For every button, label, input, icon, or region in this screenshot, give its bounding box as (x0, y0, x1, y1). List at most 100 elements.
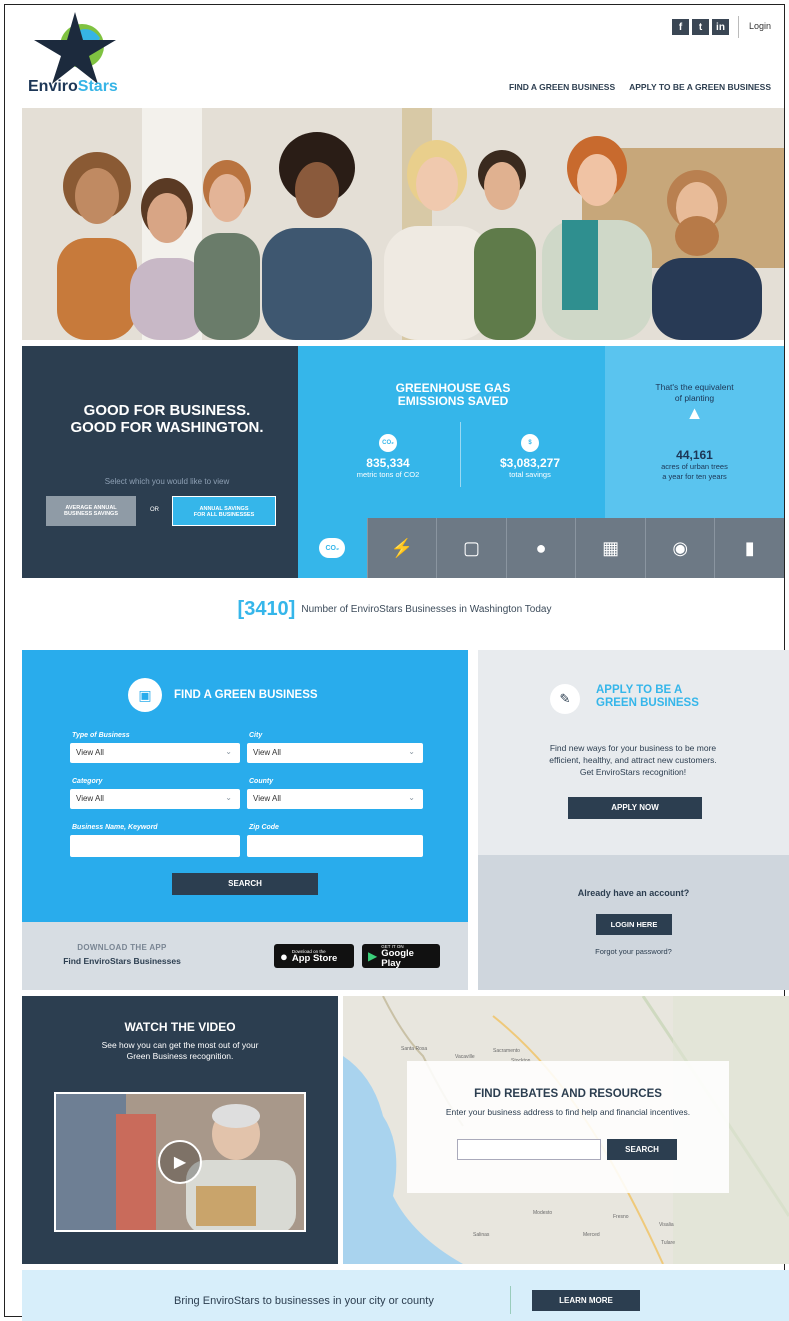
apply-panel: ✎ APPLY TO BE A GREEN BUSINESS Find new w… (478, 650, 789, 855)
app-store-badge[interactable]: ● Download on the App Store (274, 944, 354, 968)
stats-band: GOOD FOR BUSINESS. GOOD FOR WASHINGTON. S… (22, 346, 785, 578)
nav-apply-green-business[interactable]: APPLY TO BE A GREEN BUSINESS (629, 82, 771, 92)
savings-sub: total savings (509, 470, 551, 479)
video-panel: WATCH THE VIDEO See how you can get the … (22, 996, 338, 1264)
twitter-icon[interactable]: t (692, 19, 709, 35)
video-sub: See how you can get the most out of your… (101, 1040, 259, 1061)
annual-savings-all-button[interactable]: ANNUAL SAVINGS FOR ALL BUSINESSES (172, 496, 276, 526)
chevron-down-icon: ⌄ (225, 793, 232, 802)
login-link[interactable]: Login (749, 21, 771, 31)
apple-icon: ● (280, 948, 288, 964)
tab-water[interactable]: ● (505, 518, 576, 578)
tab-savings[interactable]: ◉ (644, 518, 715, 578)
plug-icon: ⚡ (390, 537, 414, 558)
hero-image (22, 108, 784, 340)
video-thumbnail[interactable]: ▶ (54, 1092, 306, 1232)
type-of-business-label: Type of Business (72, 732, 130, 739)
ghg-title: GREENHOUSE GAS EMISSIONS SAVED (395, 381, 511, 408)
piggy-bank-icon: ◉ (672, 537, 689, 558)
co2-cloud-icon: CO₂ (379, 434, 397, 452)
ghg-divider (460, 422, 461, 487)
select-view-label: Select which you would like to view (104, 477, 230, 486)
trees-panel (605, 346, 784, 518)
trees-sub: acres of urban trees a year for ten years (661, 462, 728, 481)
map-label: Visalia (659, 1222, 674, 1228)
trees-value: 44,161 (676, 448, 713, 462)
zip-input[interactable] (247, 835, 423, 857)
average-annual-savings-button[interactable]: AVERAGE ANNUAL BUSINESS SAVINGS (46, 496, 136, 526)
bring-text: Bring EnviroStars to businesses in your … (174, 1295, 434, 1307)
zip-label: Zip Code (249, 824, 279, 831)
video-title: WATCH THE VIDEO (124, 1020, 236, 1034)
rebates-map: Sacramento Santa Rosa Vacaville Stockton… (343, 996, 789, 1264)
savings-value: $3,083,277 (499, 456, 561, 470)
find-title: FIND A GREEN BUSINESS (174, 689, 318, 701)
tab-co2[interactable]: CO₂ (298, 518, 367, 578)
play-icon: ▶ (368, 949, 378, 963)
tab-waste[interactable]: ▢ (436, 518, 506, 578)
account-panel: Already have an account? LOGIN HERE Forg… (478, 855, 789, 990)
map-label: Tulare (661, 1240, 675, 1246)
co2-icon: CO₂ (319, 538, 346, 558)
facebook-icon[interactable]: f (672, 19, 689, 35)
apply-title: APPLY TO BE A GREEN BUSINESS (596, 684, 699, 709)
county-select[interactable]: View All ⌄ (247, 789, 423, 809)
category-label: Category (72, 778, 103, 785)
business-count-label: Number of EnviroStars Businesses in Wash… (301, 604, 552, 616)
download-app-sub: Find EnviroStars Businesses (63, 956, 181, 966)
category-select[interactable]: View All ⌄ (70, 789, 240, 809)
stats-headline: GOOD FOR BUSINESS. GOOD FOR WASHINGTON. (70, 402, 264, 436)
map-label: Modesto (533, 1210, 553, 1216)
learn-more-button[interactable]: LEARN MORE (532, 1290, 640, 1311)
tree-icon: ▲ (685, 403, 704, 423)
edit-document-icon: ✎ (550, 684, 580, 714)
co2-stat: CO₂ 835,334 metric tons of CO2 (328, 434, 448, 479)
chevron-down-icon: ⌄ (225, 747, 232, 756)
find-search-button[interactable]: SEARCH (172, 873, 318, 895)
tab-energy[interactable]: ⚡ (366, 518, 437, 578)
keyword-input[interactable] (70, 835, 240, 857)
county-label: County (249, 778, 274, 785)
equivalent-text: That's the equivalent of planting ▲ (605, 382, 784, 423)
main-nav: FIND A GREEN BUSINESS APPLY TO BE A GREE… (509, 82, 771, 92)
address-input[interactable] (457, 1139, 601, 1160)
apply-text: Find new ways for your business to be mo… (549, 743, 717, 777)
map-label: Santa Rosa (401, 1046, 428, 1052)
login-here-button[interactable]: LOGIN HERE (596, 914, 672, 935)
map-label: Fresno (613, 1214, 629, 1220)
apply-now-button[interactable]: APPLY NOW (568, 797, 702, 819)
map-label: Vacaville (455, 1054, 475, 1060)
download-app-band: DOWNLOAD THE APP Find EnviroStars Busine… (22, 922, 468, 990)
type-of-business-select[interactable]: View All ⌄ (70, 743, 240, 763)
fuel-pump-icon: ▮ (744, 537, 755, 558)
play-icon[interactable]: ▶ (158, 1140, 202, 1184)
co2-sub: metric tons of CO2 (356, 470, 420, 479)
city-label: City (249, 732, 263, 739)
city-select[interactable]: View All ⌄ (247, 743, 423, 763)
find-green-business-panel: ▣ FIND A GREEN BUSINESS Type of Business… (22, 650, 468, 922)
tab-hazardous[interactable]: ▦ (575, 518, 645, 578)
download-app-title: DOWNLOAD THE APP (77, 943, 167, 952)
chevron-down-icon: ⌄ (408, 747, 415, 756)
map-search-icon: ▣ (128, 678, 162, 712)
savings-stat: $ $3,083,277 total savings (470, 434, 590, 479)
business-count: [3410] Number of EnviroStars Businesses i… (0, 598, 789, 621)
co2-value: 835,334 (366, 456, 410, 470)
nav-find-green-business[interactable]: FIND A GREEN BUSINESS (509, 82, 615, 92)
forgot-password-link[interactable]: Forgot your password? (478, 947, 789, 956)
water-drop-icon: ● (535, 537, 547, 558)
social-links: f t in (672, 19, 729, 35)
header-divider (738, 16, 739, 38)
account-question: Already have an account? (577, 888, 690, 898)
rebates-search-button[interactable]: SEARCH (607, 1139, 677, 1160)
ghg-panel (298, 346, 608, 518)
stats-intro-panel (22, 346, 314, 578)
stat-category-tabs: CO₂ ⚡ ▢ ● ▦ ◉ ▮ (298, 518, 785, 578)
trash-icon: ▢ (462, 537, 480, 558)
linkedin-icon[interactable]: in (712, 19, 729, 35)
piggy-bank-icon: $ (521, 434, 539, 452)
chevron-down-icon: ⌄ (408, 793, 415, 802)
google-play-badge[interactable]: ▶ GET IT ON Google Play (362, 944, 440, 968)
tab-fuel[interactable]: ▮ (714, 518, 785, 578)
map-label: Merced (583, 1232, 600, 1238)
